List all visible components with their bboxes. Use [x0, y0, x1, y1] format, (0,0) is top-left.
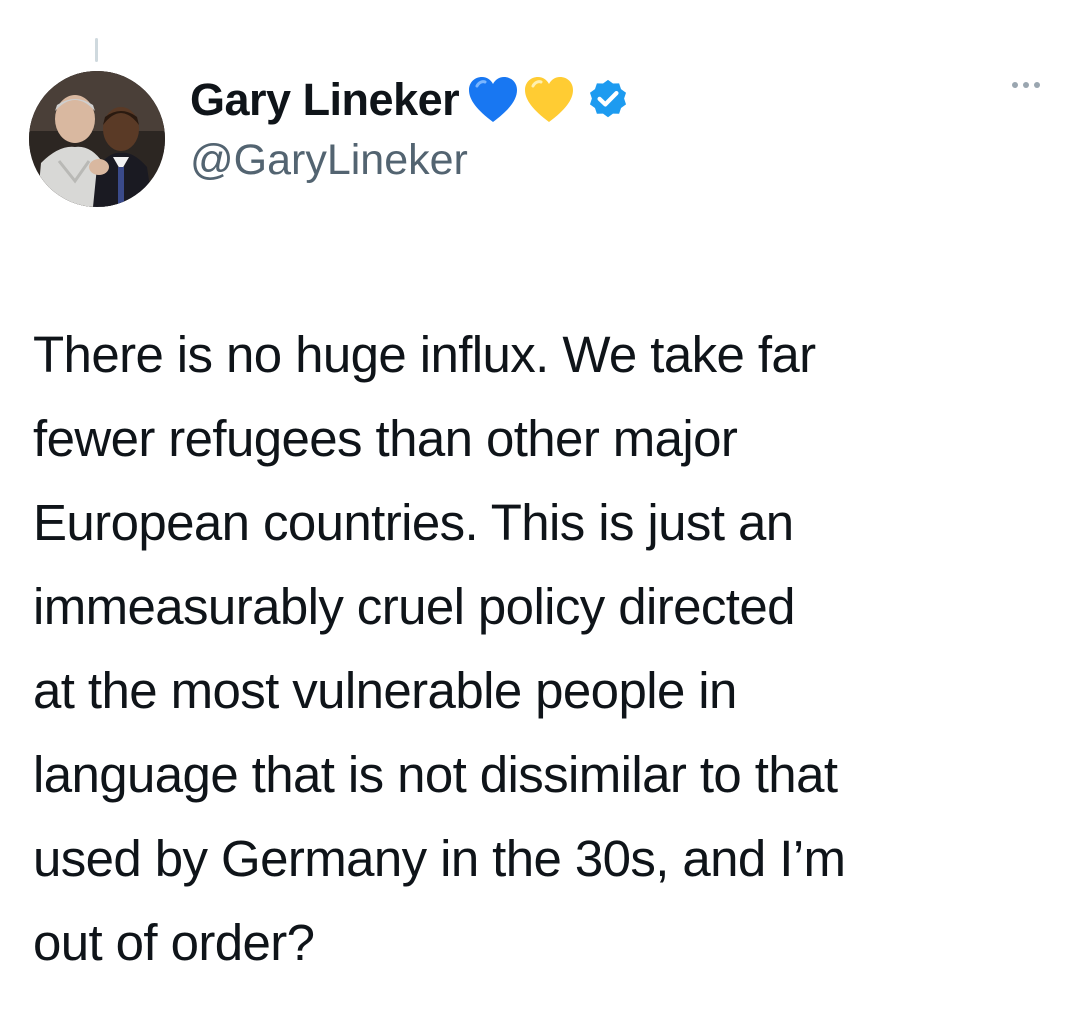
tweet-text-line: used by Germany in the 30s, and I’m — [33, 830, 846, 887]
tweet-text-line: European countries. This is just an — [33, 494, 794, 551]
tweet-header: Gary Lineker @GaryLineker — [190, 70, 958, 185]
ellipsis-dot — [1034, 82, 1040, 88]
author-handle[interactable]: @GaryLineker — [190, 136, 958, 185]
tweet-text-line: out of order? — [33, 914, 315, 971]
tweet-text: There is no huge influx. We take far few… — [33, 313, 1063, 985]
ellipsis-dot — [1023, 82, 1029, 88]
thread-connector-line — [95, 38, 98, 62]
ellipsis-dot — [1012, 82, 1018, 88]
avatar-photo — [29, 71, 165, 207]
blue-heart-icon — [467, 76, 519, 124]
yellow-heart-icon — [523, 76, 575, 124]
verified-badge-icon[interactable] — [585, 77, 631, 123]
author-name-row: Gary Lineker — [190, 70, 958, 130]
avatar[interactable] — [29, 71, 165, 207]
author-display-name[interactable]: Gary Lineker — [190, 74, 460, 126]
ellipsis-icon[interactable] — [1012, 82, 1040, 88]
tweet-text-line: immeasurably cruel policy directed — [33, 578, 796, 635]
tweet-card: Gary Lineker @GaryLineker There is no hu… — [0, 0, 1088, 1013]
tweet-text-line: fewer refugees than other major — [33, 410, 738, 467]
tweet-text-line: language that is not dissimilar to that — [33, 746, 838, 803]
tweet-text-line: There is no huge influx. We take far — [33, 326, 816, 383]
tweet-text-line: at the most vulnerable people in — [33, 662, 737, 719]
